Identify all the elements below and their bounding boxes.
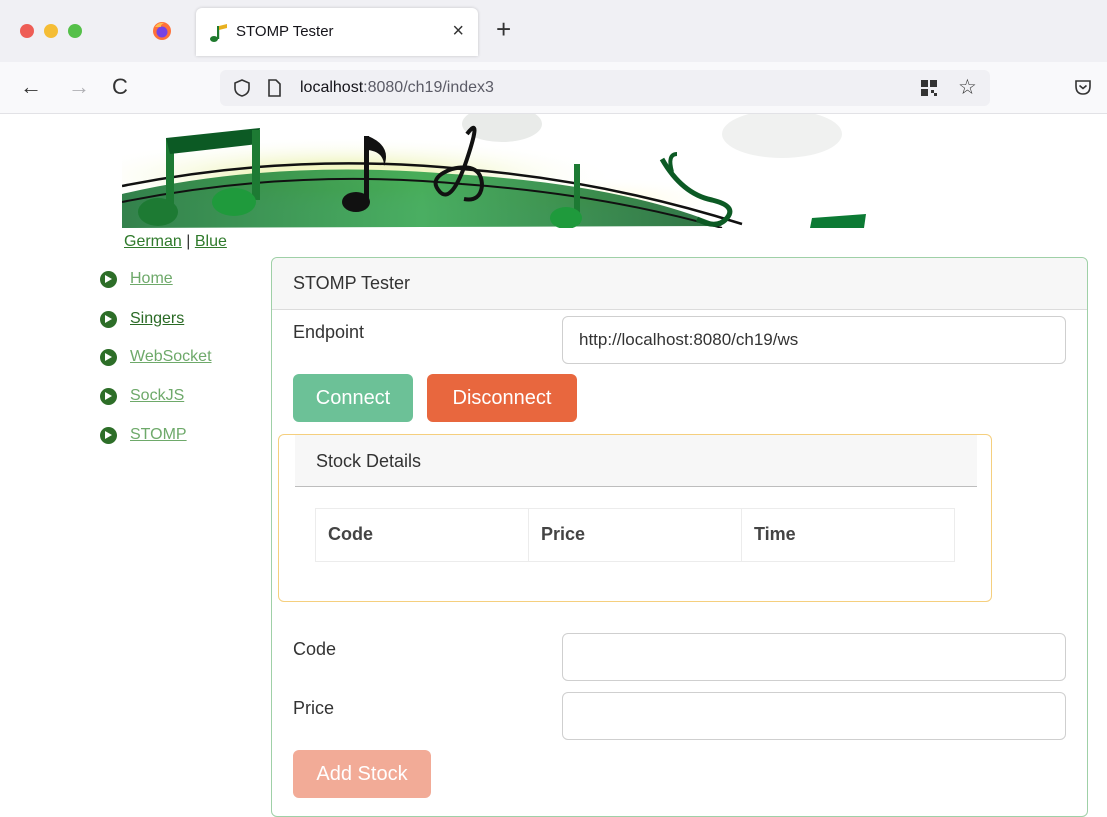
nav-link-sockjs[interactable]: SockJS — [130, 387, 184, 405]
arrow-bullet-icon — [100, 388, 117, 405]
forward-arrow-icon[interactable]: → — [68, 76, 90, 98]
stomp-tester-panel: STOMP Tester Endpoint http://localhost:8… — [271, 257, 1088, 817]
firefox-logo-icon[interactable] — [152, 21, 172, 41]
pocket-icon[interactable] — [1074, 78, 1092, 96]
bookmark-star-icon[interactable]: ☆ — [958, 75, 977, 100]
connect-button[interactable]: Connect — [293, 374, 413, 422]
url-host: localhost — [300, 79, 364, 96]
arrow-bullet-icon — [100, 349, 117, 366]
music-banner-image — [122, 114, 910, 228]
code-input[interactable] — [562, 633, 1066, 681]
price-label: Price — [293, 698, 335, 718]
stock-details-title: Stock Details — [316, 451, 422, 471]
browser-nav-bar: ← → C localhost:8080/ch19/index3 ☆ — [0, 62, 1107, 114]
arrow-bullet-icon — [100, 427, 117, 444]
stock-table-header-row: Code Price Time — [315, 508, 955, 562]
code-label: Code — [293, 639, 337, 659]
arrow-bullet-icon — [100, 311, 117, 328]
active-tab[interactable]: STOMP Tester × — [196, 8, 478, 56]
music-note-favicon-icon — [210, 24, 227, 42]
nav-link-singers[interactable]: Singers — [130, 310, 184, 328]
url-path: :8080/ch19/index3 — [363, 79, 494, 96]
new-tab-button[interactable]: + — [496, 16, 511, 42]
tab-title: STOMP Tester — [236, 23, 334, 40]
nav-link-stomp[interactable]: STOMP — [130, 426, 187, 444]
tab-close-icon[interactable]: × — [452, 20, 464, 43]
column-header-price: Price — [529, 509, 742, 561]
url-text[interactable]: localhost:8080/ch19/index3 — [300, 79, 494, 97]
theme-blue-link[interactable]: Blue — [195, 233, 227, 250]
language-switcher: German | Blue — [124, 233, 227, 251]
endpoint-input-value: http://localhost:8080/ch19/ws — [579, 330, 799, 349]
window-zoom-button[interactable] — [68, 24, 82, 38]
endpoint-label: Endpoint — [293, 322, 365, 342]
panel-title: STOMP Tester — [293, 273, 411, 293]
nav-link-websocket[interactable]: WebSocket — [130, 348, 212, 366]
shield-icon[interactable] — [232, 78, 252, 98]
arrow-bullet-icon — [100, 271, 117, 288]
nav-link-home[interactable]: Home — [130, 270, 173, 288]
qr-code-icon[interactable] — [920, 79, 938, 97]
browser-tab-bar: STOMP Tester × + — [0, 0, 1107, 62]
disconnect-button[interactable]: Disconnect — [427, 374, 577, 422]
panel-header: STOMP Tester — [272, 258, 1087, 310]
address-bar[interactable]: localhost:8080/ch19/index3 ☆ — [220, 70, 990, 106]
column-header-code: Code — [316, 509, 529, 561]
price-input[interactable] — [562, 692, 1066, 740]
back-arrow-icon[interactable]: ← — [20, 76, 42, 98]
lang-separator: | — [181, 233, 195, 250]
window-minimize-button[interactable] — [44, 24, 58, 38]
column-header-time: Time — [754, 524, 796, 544]
window-close-button[interactable] — [20, 24, 34, 38]
page-info-icon[interactable] — [264, 78, 284, 98]
add-stock-button[interactable]: Add Stock — [293, 750, 431, 798]
lang-german-link[interactable]: German — [124, 233, 182, 250]
stock-details-card: Stock Details Code Price Time — [278, 434, 992, 602]
endpoint-input[interactable]: http://localhost:8080/ch19/ws — [562, 316, 1066, 364]
stock-details-header: Stock Details — [295, 435, 977, 487]
reload-icon[interactable]: C — [112, 76, 128, 98]
